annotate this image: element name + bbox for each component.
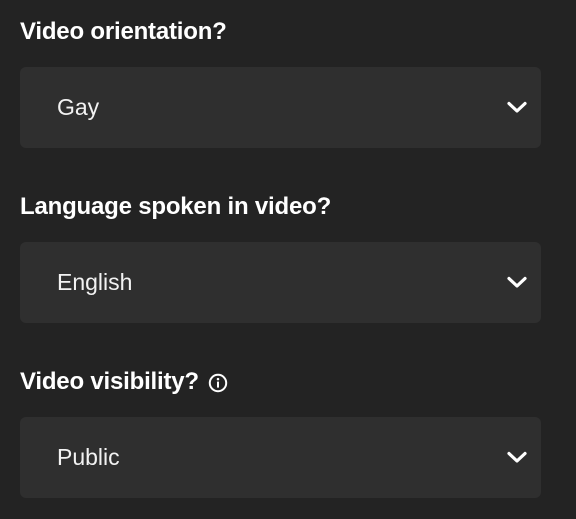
language-spoken-label-text: Language spoken in video? — [20, 193, 332, 220]
video-details-form: Video orientation? Gay Language spoken i… — [0, 0, 576, 519]
language-spoken-selected-value: English — [57, 269, 133, 295]
video-orientation-select[interactable]: Gay — [20, 67, 541, 148]
video-orientation-label: Video orientation? — [20, 17, 541, 47]
video-visibility-label-text: Video visibility? — [20, 368, 199, 395]
video-visibility-field: Video visibility? Public — [20, 367, 541, 498]
video-visibility-selected-value: Public — [57, 444, 120, 470]
language-spoken-field: Language spoken in video? English — [20, 192, 541, 323]
chevron-down-icon — [505, 270, 529, 294]
language-spoken-select[interactable]: English — [20, 242, 541, 323]
language-spoken-label: Language spoken in video? — [20, 192, 541, 222]
chevron-down-icon — [505, 95, 529, 119]
video-visibility-select[interactable]: Public — [20, 417, 541, 498]
video-orientation-selected-value: Gay — [57, 94, 100, 120]
video-orientation-field: Video orientation? Gay — [20, 17, 541, 148]
video-visibility-label: Video visibility? — [20, 367, 541, 397]
video-orientation-label-text: Video orientation? — [20, 18, 227, 45]
info-icon[interactable] — [208, 373, 228, 393]
chevron-down-icon — [505, 445, 529, 469]
